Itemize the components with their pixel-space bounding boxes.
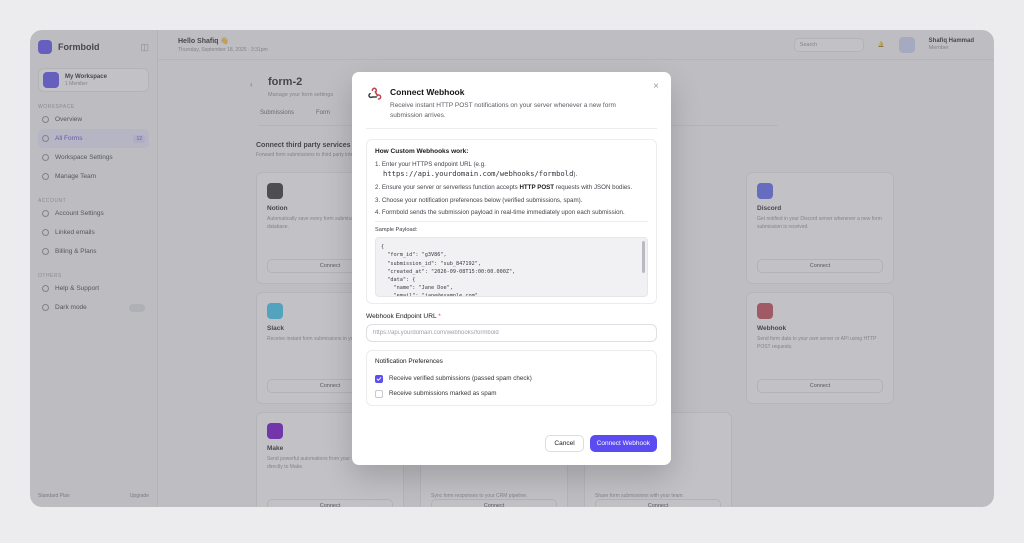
connect-webhook-button[interactable]: Connect Webhook xyxy=(589,435,657,452)
step-4: 4. Formbold sends the submission payload… xyxy=(375,208,625,216)
notification-preferences: Notification Preferences Receive verifie… xyxy=(366,350,657,407)
sample-payload-box[interactable]: { "form_id": "g3V86", "submission_id": "… xyxy=(375,237,648,298)
divider xyxy=(366,128,657,130)
spam-checkbox[interactable] xyxy=(375,389,383,398)
modal-title: Connect Webhook xyxy=(390,87,465,97)
verified-label: Receive verified submissions (passed spa… xyxy=(389,375,532,383)
step-2: 2. Ensure your server or serverless func… xyxy=(375,183,648,192)
step-3: 3. Choose your notification preferences … xyxy=(375,196,583,204)
connect-webhook-modal: × Connect Webhook Receive instant HTTP P… xyxy=(352,72,671,465)
required-mark: * xyxy=(438,313,441,321)
pref-verified-row[interactable]: Receive verified submissions (passed spa… xyxy=(375,371,648,386)
step-2-end: requests with JSON bodies. xyxy=(554,184,633,192)
spam-label: Receive submissions marked as spam xyxy=(389,390,497,398)
payload-label: Sample Payload: xyxy=(375,227,418,234)
sample-payload-code: { "form_id": "g3V86", "submission_id": "… xyxy=(381,244,516,298)
step-1-end: ). xyxy=(573,171,578,179)
cancel-button[interactable]: Cancel xyxy=(545,435,584,452)
how-title: How Custom Webhooks work: xyxy=(375,148,469,156)
modal-description: Receive instant HTTP POST notifications … xyxy=(390,102,616,120)
endpoint-label-text: Webhook Endpoint URL xyxy=(366,313,437,321)
prefs-title: Notification Preferences xyxy=(375,358,443,366)
webhook-url-input[interactable] xyxy=(366,324,657,343)
how-it-works-panel: How Custom Webhooks work: 1. Enter your … xyxy=(366,139,657,305)
step-1: 1. Enter your HTTPS endpoint URL (e.g. h… xyxy=(375,160,648,180)
close-icon[interactable]: × xyxy=(653,82,659,92)
step-1-text: 1. Enter your HTTPS endpoint URL (e.g. xyxy=(375,161,486,169)
step-2-bold: HTTP POST xyxy=(519,184,555,192)
pref-spam-row[interactable]: Receive submissions marked as spam xyxy=(375,386,648,401)
check-icon xyxy=(376,376,382,381)
example-endpoint: https://api.yourdomain.com/webhooks/form… xyxy=(383,169,574,179)
divider xyxy=(375,221,648,223)
webhook-icon xyxy=(368,87,382,100)
endpoint-label: Webhook Endpoint URL * xyxy=(366,313,657,320)
payload-scrollbar[interactable] xyxy=(642,241,645,274)
modal-actions: Cancel Connect Webhook xyxy=(545,435,657,452)
step-2-text: 2. Ensure your server or serverless func… xyxy=(375,184,520,192)
verified-checkbox[interactable] xyxy=(375,374,383,383)
